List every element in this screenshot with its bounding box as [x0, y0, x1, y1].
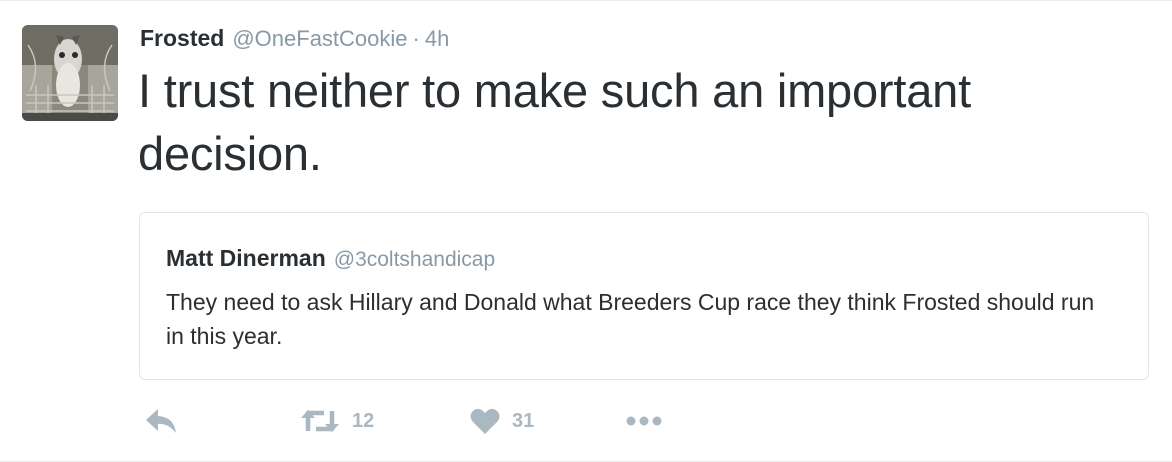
retweet-count: 12 — [352, 409, 375, 432]
quoted-author-name: Matt Dinerman — [166, 245, 326, 271]
quoted-tweet-text: They need to ask Hillary and Donald what… — [166, 289, 1095, 349]
avatar[interactable] — [22, 25, 118, 121]
more-dots-icon — [626, 416, 662, 426]
horse-avatar-image — [22, 25, 118, 121]
tweet-card: Frosted @OneFastCookie · 4h I trust neit… — [0, 0, 1172, 462]
heart-icon — [470, 408, 500, 434]
like-button[interactable]: 31 — [470, 401, 534, 441]
tweet-header: Frosted @OneFastCookie · 4h — [140, 25, 449, 55]
quoted-tweet-header: Matt Dinerman @3coltshandicap — [166, 245, 495, 272]
quoted-tweet[interactable]: Matt Dinerman @3coltshandicap They need … — [139, 212, 1149, 380]
header-separator: · — [412, 26, 420, 51]
author-name[interactable]: Frosted — [140, 25, 224, 52]
retweet-icon — [301, 410, 339, 432]
tweet-actions: 12 31 — [140, 401, 700, 441]
more-button[interactable] — [626, 401, 662, 441]
reply-icon — [146, 409, 176, 433]
reply-button[interactable] — [144, 401, 178, 441]
tweet-text: I trust neither to make such an importan… — [138, 64, 971, 180]
author-handle[interactable]: @OneFastCookie — [232, 26, 407, 52]
retweet-button[interactable]: 12 — [300, 401, 374, 441]
tweet-timestamp[interactable]: 4h — [425, 26, 449, 52]
quoted-author-handle: @3coltshandicap — [333, 248, 496, 271]
like-count: 31 — [512, 409, 535, 432]
